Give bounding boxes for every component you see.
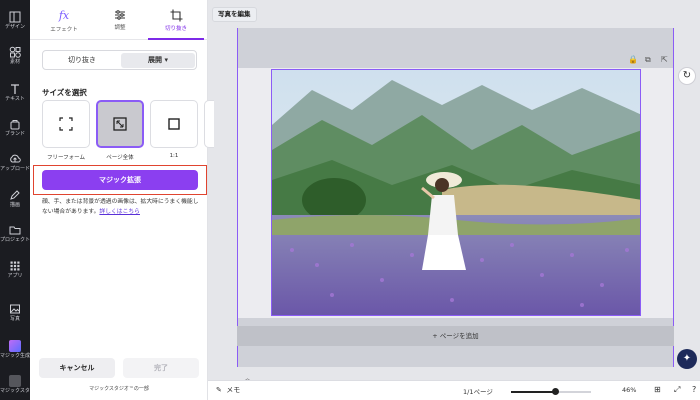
size-label-full-page: ページ全体 <box>106 155 134 161</box>
rail-label: プロジェクト <box>0 237 31 243</box>
studio-icon <box>9 375 21 387</box>
tab-label: 調整 <box>114 25 126 31</box>
tab-label: 切り抜き <box>164 26 187 32</box>
folder-icon <box>9 226 21 235</box>
bottom-bar: ✎ メモ 1/1ページ 46% ⊞ ⤢ ? <box>208 380 700 400</box>
zoom-slider-fill <box>511 391 555 393</box>
rail-item-photos[interactable]: 写真 <box>0 303 30 322</box>
magic-icon <box>9 340 21 352</box>
refresh-icon[interactable]: ↻ <box>678 67 696 85</box>
rail-label: 描画 <box>9 202 20 208</box>
upload-icon <box>10 154 21 163</box>
tab-adjust[interactable]: 調整 <box>92 0 148 40</box>
rail-label: マジックスタジオ <box>0 388 40 394</box>
photo-element[interactable] <box>271 69 641 316</box>
tab-crop[interactable]: 切り抜き <box>148 0 204 40</box>
share-icon[interactable]: ⇱ <box>661 55 668 64</box>
draw-icon <box>10 190 20 200</box>
rail-label: ブランド <box>4 131 25 137</box>
text-icon <box>11 84 19 94</box>
crop-icon <box>170 9 182 22</box>
freeform-icon <box>59 117 73 131</box>
rail-label: 写真 <box>9 316 20 322</box>
canvas-guide-left <box>237 28 238 367</box>
brand-icon <box>10 120 20 130</box>
fullscreen-icon[interactable]: ⤢ <box>674 385 680 395</box>
rail-item-draw[interactable]: 描画 <box>0 189 30 208</box>
notes-label: メモ <box>226 386 241 394</box>
duplicate-icon[interactable]: ⧉ <box>645 55 651 65</box>
add-page-button[interactable]: + ページを追加 <box>237 326 674 346</box>
rail-item-magic-generate[interactable]: マジック生成 <box>0 340 30 359</box>
size-option-full-page[interactable] <box>96 100 144 148</box>
tab-label: エフェクト <box>50 27 78 33</box>
square-icon <box>168 118 180 130</box>
layout-icon <box>9 11 21 23</box>
rail-item-apps[interactable]: アプリ <box>0 260 30 279</box>
full-page-icon <box>113 117 127 131</box>
size-label-1-1: 1:1 <box>169 153 179 159</box>
size-option-freeform[interactable] <box>42 100 90 148</box>
zoom-slider-handle[interactable] <box>551 388 559 395</box>
rail-label: テキスト <box>5 96 25 102</box>
zoom-percentage[interactable]: 46% <box>622 386 636 394</box>
elements-icon <box>9 46 21 58</box>
hint-text: 顔、手、または背景が透過の画像は、拡大時にうまく機能しない場合があります。詳しく… <box>42 197 202 217</box>
rail-item-projects[interactable]: プロジェクト <box>0 224 30 243</box>
rail-item-design[interactable]: デザイン <box>0 11 30 30</box>
help-icon[interactable]: ? <box>692 385 696 394</box>
rail-item-text[interactable]: テキスト <box>0 83 30 102</box>
size-label-freeform: フリーフォーム <box>46 155 85 161</box>
page-counter[interactable]: 1/1ページ <box>463 386 493 396</box>
notes-button[interactable]: ✎ メモ <box>216 385 240 395</box>
notes-icon: ✎ <box>216 386 222 394</box>
magic-assistant-icon[interactable]: ✦ <box>677 349 697 369</box>
fx-icon: fx <box>58 9 70 22</box>
canvas-guide-right <box>673 28 674 367</box>
left-rail: デザイン 素材 テキスト ブランド アップロード 描画 プロジェクト アプリ 写… <box>0 0 40 400</box>
magic-expand-highlight: マジック拡張 <box>33 165 207 195</box>
section-title: サイズを選択 <box>42 88 87 97</box>
rail-label: アップロード <box>0 166 31 172</box>
rail-item-brand[interactable]: ブランド <box>0 118 30 137</box>
cancel-button[interactable]: キャンセル <box>39 358 115 378</box>
magic-studio-footnote: マジックスタジオ™の一部 <box>89 386 149 392</box>
panel-tabs: fx エフェクト 調整 切り抜き <box>30 0 208 40</box>
size-option-more[interactable] <box>204 100 214 148</box>
rail-label: マジック生成 <box>0 353 31 359</box>
rail-label: アプリ <box>7 273 23 279</box>
grid-view-icon[interactable]: ⊞ <box>654 385 661 394</box>
segment-crop[interactable]: 切り抜き <box>45 53 119 68</box>
size-option-1-1[interactable] <box>150 100 198 148</box>
segment-expand[interactable]: 展開 ▾ <box>121 53 195 68</box>
edit-photo-button[interactable]: 写真を編集 <box>212 7 257 22</box>
crop-panel: fx エフェクト 調整 切り抜き 切り抜き 展開 ▾ サイズを選択 フリーフォー… <box>30 0 214 400</box>
lock-icon[interactable]: 🔒 <box>628 55 638 64</box>
sliders-icon <box>115 10 125 20</box>
rail-label: デザイン <box>4 24 25 30</box>
rail-item-elements[interactable]: 素材 <box>0 46 30 65</box>
learn-more-link[interactable]: 詳しくはこちら <box>99 209 140 215</box>
done-button[interactable]: 完了 <box>123 358 199 378</box>
rail-item-magic-studio[interactable]: マジックスタジオ <box>0 375 40 394</box>
photo-icon <box>10 304 20 314</box>
tab-effects[interactable]: fx エフェクト <box>36 0 92 40</box>
magic-expand-button[interactable]: マジック拡張 <box>42 170 198 190</box>
rail-label: 素材 <box>9 59 20 65</box>
apps-icon <box>10 261 20 271</box>
zoom-slider[interactable] <box>511 388 591 395</box>
crop-mode-toggle: 切り抜き 展開 ▾ <box>42 50 197 70</box>
rail-item-upload[interactable]: アップロード <box>0 153 30 172</box>
landscape-photo <box>272 70 640 315</box>
